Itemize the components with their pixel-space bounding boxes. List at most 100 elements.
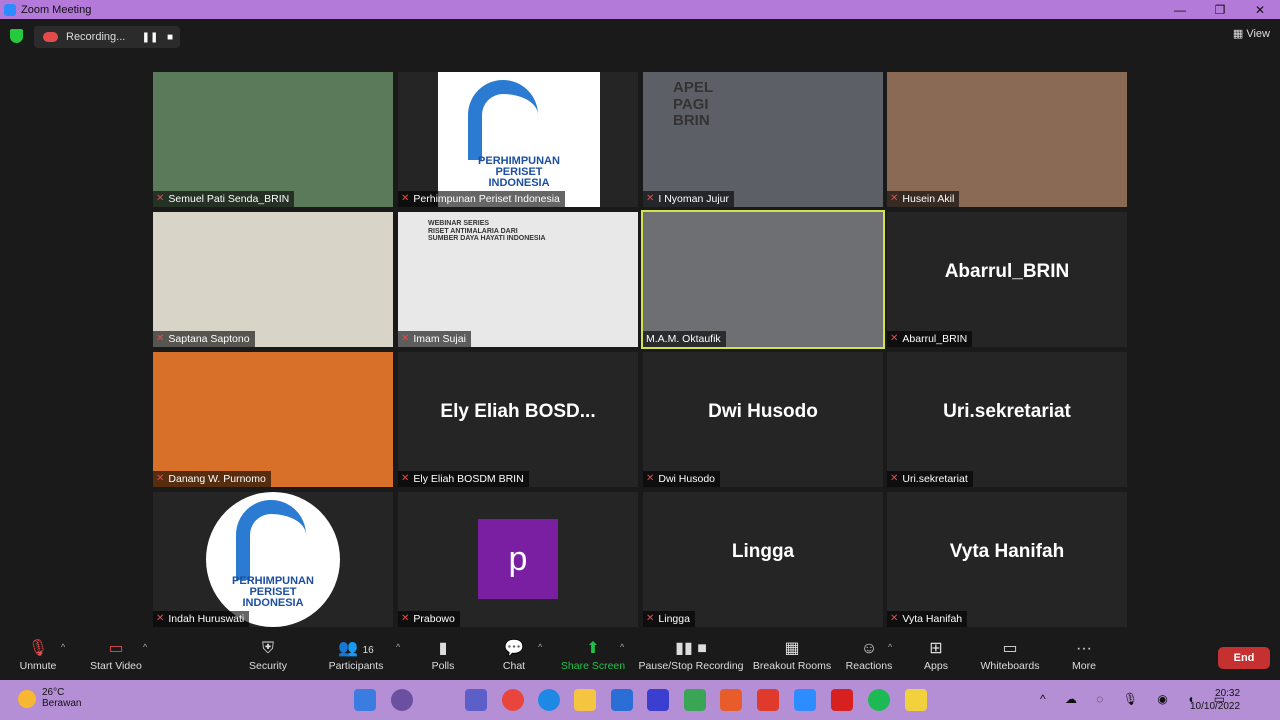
breakout-grid-icon: ▦ xyxy=(784,640,800,657)
weather-sun-icon xyxy=(18,690,36,708)
participant-tile[interactable]: Vyta Hanifah ✕ Vyta Hanifah xyxy=(887,492,1127,627)
view-button[interactable]: ▦ View xyxy=(1233,27,1270,40)
security-button[interactable]: ⛨ Security xyxy=(246,638,290,672)
participant-video xyxy=(153,212,393,347)
polls-button[interactable]: ▮ Polls xyxy=(425,638,461,672)
zoom-taskbar-icon[interactable] xyxy=(794,689,816,711)
mic-muted-icon: ✕ xyxy=(401,193,410,204)
participant-name-label: ✕ Imam Sujai xyxy=(398,331,471,347)
close-button[interactable]: ✕ xyxy=(1240,3,1280,17)
participants-count: 16 xyxy=(362,645,374,656)
participant-tile[interactable]: PERHIMPUNAN PERISET INDONESIA ✕ Indah Hurusw… xyxy=(153,492,393,627)
end-meeting-button[interactable]: End xyxy=(1218,647,1270,669)
app-icon[interactable] xyxy=(647,689,669,711)
participant-name-label: ✕ Prabowo xyxy=(398,611,460,627)
shield-icon[interactable] xyxy=(10,29,23,43)
minimize-button[interactable]: — xyxy=(1160,3,1200,17)
mic-muted-icon: ✕ xyxy=(156,613,165,624)
video-overlay-text: WEBINAR SERIES RISET ANTIMALARIA DARI SUMB… xyxy=(428,220,546,243)
participant-tile[interactable]: Ely Eliah BOSD... ✕ Ely Eliah BOSDM BRIN xyxy=(398,352,638,487)
reactions-button[interactable]: ☺ Reactions xyxy=(845,638,893,672)
participant-tile[interactable]: Dwi Husodo ✕ Dwi Husodo xyxy=(643,352,883,487)
breakout-rooms-button[interactable]: ▦ Breakout Rooms xyxy=(752,638,832,672)
office-app-icon[interactable] xyxy=(720,689,742,711)
maximize-button[interactable]: ❐ xyxy=(1200,3,1240,17)
cloud-record-icon xyxy=(43,32,58,42)
participant-tile[interactable]: ✕ Danang W. Purnomo xyxy=(153,352,393,487)
reactions-caret[interactable]: ^ xyxy=(888,642,892,652)
start-video-button[interactable]: ▭ Start Video xyxy=(86,638,146,672)
stop-recording-button[interactable]: ■ xyxy=(160,32,180,43)
participant-display-name: Uri.sekretariat xyxy=(943,400,1071,422)
share-up-icon: ⬆ xyxy=(586,640,600,657)
edge-icon[interactable] xyxy=(538,689,560,711)
office-icon[interactable] xyxy=(757,689,779,711)
globe-app-icon[interactable] xyxy=(684,689,706,711)
logo-line: INDONESIA xyxy=(488,177,550,189)
logo-line: INDONESIA xyxy=(242,597,304,609)
participant-tile[interactable]: WEBINAR SERIES RISET ANTIMALARIA DARI SUMB… xyxy=(398,212,638,347)
pause-recording-button[interactable]: ❚❚ xyxy=(140,32,160,43)
chat-button[interactable]: 💬 Chat xyxy=(498,638,530,672)
participant-video xyxy=(887,72,1127,207)
whiteboards-button[interactable]: ▭ Whiteboards xyxy=(978,638,1042,672)
participant-tile[interactable]: ✕ Semuel Pati Senda_BRIN xyxy=(153,72,393,207)
participant-tile[interactable]: M.A.M. Oktaufik xyxy=(641,210,885,349)
participant-tile[interactable]: PERHIMPUNAN PERISET INDONESIA ✕ Perhimpunan … xyxy=(398,72,638,207)
share-screen-label: Share Screen xyxy=(560,660,626,672)
participant-name-label: ✕ Perhimpunan Periset Indonesia xyxy=(398,191,565,207)
mic-muted-icon: ✕ xyxy=(890,333,899,344)
participant-name-label: ✕ Danang W. Purnomo xyxy=(153,471,271,487)
acrobat-icon[interactable] xyxy=(831,689,853,711)
participant-avatar: p xyxy=(478,519,558,599)
overlay-line: RISET ANTIMALARIA DARI xyxy=(428,227,518,235)
participants-caret[interactable]: ^ xyxy=(396,642,400,652)
windows-start-icon[interactable] xyxy=(354,689,376,711)
whiteboard-icon: ▭ xyxy=(1002,640,1018,657)
file-explorer-icon[interactable] xyxy=(574,689,596,711)
overlay-line: WEBINAR SERIES xyxy=(428,220,490,227)
recording-label: Recording... xyxy=(66,31,126,43)
participants-label: Participants xyxy=(328,660,384,672)
teams-icon[interactable] xyxy=(465,689,487,711)
participant-tile[interactable]: Uri.sekretariat ✕ Uri.sekretariat xyxy=(887,352,1127,487)
weather-widget[interactable]: 26°C Berawan xyxy=(18,687,81,709)
participant-display-name: Vyta Hanifah xyxy=(949,540,1065,562)
clock-date: 10/10/2022 xyxy=(1190,701,1241,712)
search-icon[interactable] xyxy=(391,689,413,711)
participant-tile[interactable]: Lingga ✕ Lingga xyxy=(643,492,883,627)
participant-tile[interactable]: ✕ Husein Akil xyxy=(887,72,1127,207)
participants-button[interactable]: 👥 16 Participants xyxy=(325,638,387,672)
pause-stop-recording-button[interactable]: ▮▮ ■ Pause/Stop Recording xyxy=(638,638,744,672)
participant-tile[interactable]: ✕ Saptana Saptono xyxy=(153,212,393,347)
organization-logo: PERHIMPUNAN PERISET INDONESIA xyxy=(206,492,340,627)
chat-caret[interactable]: ^ xyxy=(538,642,542,652)
participant-tile[interactable]: APEL PAGI BRIN ✕ I Nyoman Jujur xyxy=(643,72,883,207)
spotify-icon[interactable] xyxy=(868,689,890,711)
grid-icon: ▦ xyxy=(1232,28,1247,40)
participant-tile[interactable]: p ✕ Prabowo xyxy=(398,492,638,627)
whiteboards-label: Whiteboards xyxy=(980,660,1040,672)
audio-options-caret[interactable]: ^ xyxy=(61,642,65,652)
mic-off-icon: 🎙 xyxy=(27,640,49,657)
mic-muted-icon: ✕ xyxy=(401,613,410,624)
mail-icon[interactable] xyxy=(611,689,633,711)
participant-name-label: ✕ Lingga xyxy=(643,611,695,627)
unmute-button[interactable]: 🎙 Unmute xyxy=(14,638,62,672)
chrome-icon[interactable] xyxy=(502,689,524,711)
participant-name-label: ✕ Husein Akil xyxy=(887,191,960,207)
participant-name-label: ✕ Vyta Hanifah xyxy=(887,611,968,627)
apps-button[interactable]: ⊞ Apps xyxy=(920,638,952,672)
windows-taskbar: 26°C Berawan ^ ☁ ◌ 🎙 ◉ ◖ ▭ 20:32 10/10/2… xyxy=(0,680,1280,720)
participant-name: Dwi Husodo xyxy=(658,473,715,485)
chat-icon: 💬 xyxy=(504,640,524,657)
clock[interactable]: 20:32 10/10/2022 xyxy=(1190,687,1240,713)
video-options-caret[interactable]: ^ xyxy=(143,642,147,652)
share-caret[interactable]: ^ xyxy=(620,642,624,652)
share-screen-button[interactable]: ⬆ Share Screen xyxy=(560,638,626,672)
sticky-notes-icon[interactable] xyxy=(905,689,927,711)
participant-tile[interactable]: Abarrul_BRIN ✕ Abarrul_BRIN xyxy=(887,212,1127,347)
recording-indicator: Recording... ❚❚ ■ xyxy=(34,26,180,48)
participant-display-name: Abarrul_BRIN xyxy=(944,260,1070,282)
more-button[interactable]: ··· More xyxy=(1068,638,1100,672)
